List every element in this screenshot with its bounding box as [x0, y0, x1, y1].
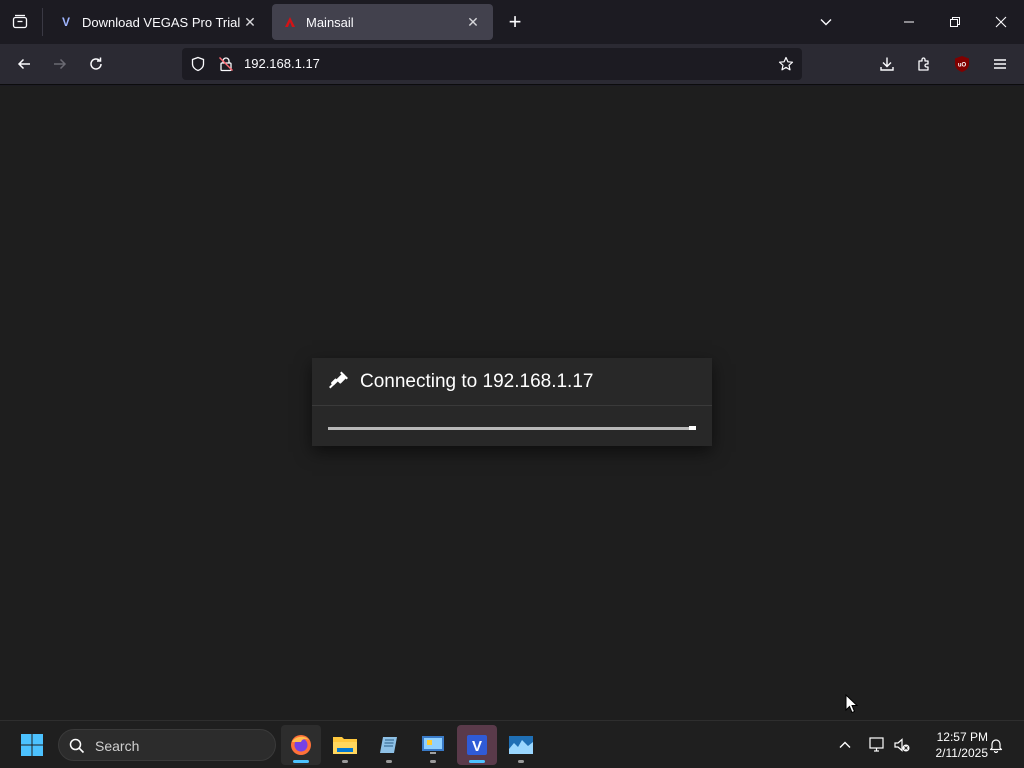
search-icon: [69, 738, 85, 759]
clock-time: 12:57 PM: [936, 730, 988, 744]
dialog-title: Connecting to 192.168.1.17: [360, 370, 594, 392]
restore-button[interactable]: [940, 8, 970, 36]
system-clock[interactable]: 12:57 PM 2/11/2025: [916, 729, 989, 761]
navigation-toolbar: 192.168.1.17 uO: [0, 44, 1024, 85]
tab-title: Mainsail: [306, 14, 354, 30]
vegas-favicon-icon: V: [61, 15, 70, 29]
tab-mainsail[interactable]: Mainsail ✕: [272, 4, 493, 40]
back-button[interactable]: [9, 50, 39, 78]
address-bar[interactable]: 192.168.1.17: [182, 48, 802, 80]
photo-app-taskbar-icon[interactable]: [501, 725, 541, 765]
mainsail-favicon-icon: [282, 14, 298, 30]
menu-hamburger-icon[interactable]: [985, 50, 1015, 78]
insecure-lock-icon[interactable]: [218, 56, 234, 77]
progress-bar: [328, 426, 696, 430]
reload-button[interactable]: [81, 50, 111, 78]
control-panel-taskbar-icon[interactable]: [413, 725, 453, 765]
start-button[interactable]: [12, 725, 52, 765]
running-indicator: [386, 760, 392, 763]
tab-strip: V Download VEGAS Pro Trials for ✕ Mainsa…: [0, 0, 1024, 44]
running-indicator: [430, 760, 436, 763]
active-indicator: [469, 760, 485, 763]
svg-text:V: V: [472, 738, 482, 755]
active-indicator: [293, 760, 309, 763]
downloads-button[interactable]: [872, 50, 902, 78]
progress-fill: [328, 427, 696, 430]
connecting-dialog: Connecting to 192.168.1.17: [312, 358, 712, 446]
shield-icon[interactable]: [190, 56, 206, 77]
plug-icon: [328, 368, 350, 395]
firefox-taskbar-icon[interactable]: [281, 725, 321, 765]
close-tab-icon[interactable]: ✕: [240, 12, 260, 32]
taskbar: Search V 12:57 PM 2/11/2025: [0, 720, 1024, 768]
running-indicator: [518, 760, 524, 763]
forward-button[interactable]: [45, 50, 75, 78]
minimize-button[interactable]: [894, 8, 924, 36]
url-text[interactable]: 192.168.1.17: [244, 56, 320, 71]
clock-date: 2/11/2025: [935, 746, 989, 760]
file-explorer-taskbar-icon[interactable]: [325, 725, 365, 765]
ublock-origin-icon[interactable]: uO: [947, 50, 977, 78]
page-content: Connecting to 192.168.1.17: [0, 86, 1024, 720]
new-tab-button[interactable]: +: [503, 9, 527, 34]
taskbar-search[interactable]: Search: [58, 729, 276, 761]
show-hidden-icons-chevron-icon[interactable]: [833, 733, 857, 757]
bookmark-star-icon[interactable]: [778, 56, 794, 77]
search-placeholder: Search: [95, 738, 140, 754]
tab-title: Download VEGAS Pro Trials for: [82, 14, 240, 30]
tab-separator: [42, 8, 43, 36]
notification-bell-icon[interactable]: [984, 733, 1008, 757]
list-all-tabs-icon[interactable]: [811, 8, 841, 36]
close-tab-icon[interactable]: ✕: [463, 12, 483, 32]
network-icon[interactable]: [865, 733, 889, 757]
volume-muted-icon[interactable]: [890, 733, 914, 757]
extensions-puzzle-icon[interactable]: [909, 50, 939, 78]
mouse-cursor-icon: [845, 694, 859, 714]
tab-vegas[interactable]: V Download VEGAS Pro Trials for ✕: [48, 4, 270, 40]
progress-indicator: [689, 426, 696, 430]
dialog-header: Connecting to 192.168.1.17: [312, 358, 712, 406]
notepad-taskbar-icon[interactable]: [369, 725, 409, 765]
svg-text:uO: uO: [958, 63, 967, 69]
close-window-button[interactable]: [986, 8, 1016, 36]
running-indicator: [342, 760, 348, 763]
vegas-pro-taskbar-icon[interactable]: V: [457, 725, 497, 765]
tab-list-icon[interactable]: [8, 10, 32, 34]
